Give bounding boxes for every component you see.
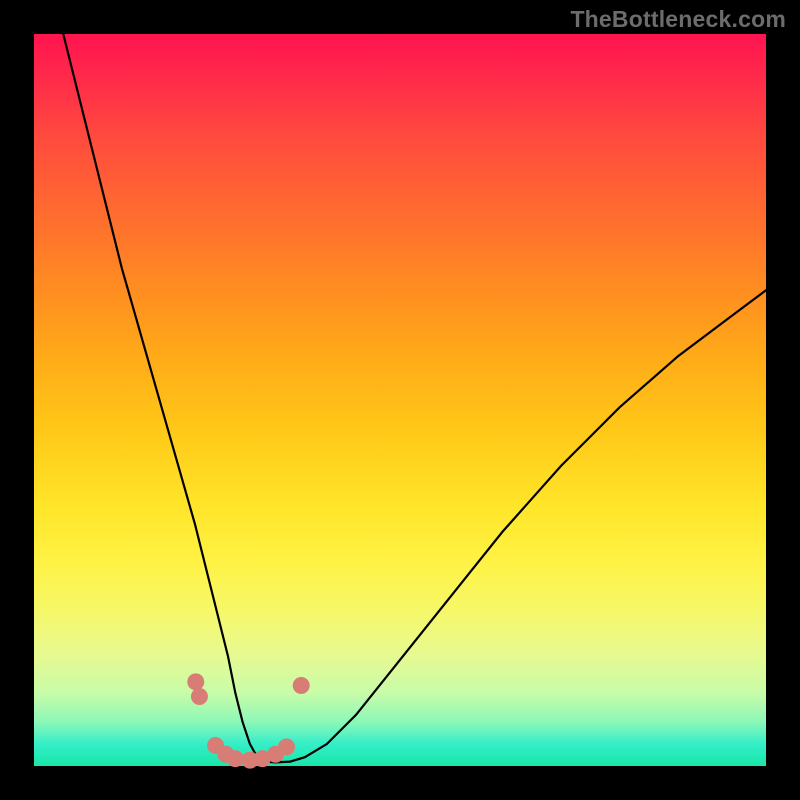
chart-frame: TheBottleneck.com: [0, 0, 800, 800]
attribution-watermark: TheBottleneck.com: [570, 6, 786, 33]
plot-gradient-area: [34, 34, 766, 766]
